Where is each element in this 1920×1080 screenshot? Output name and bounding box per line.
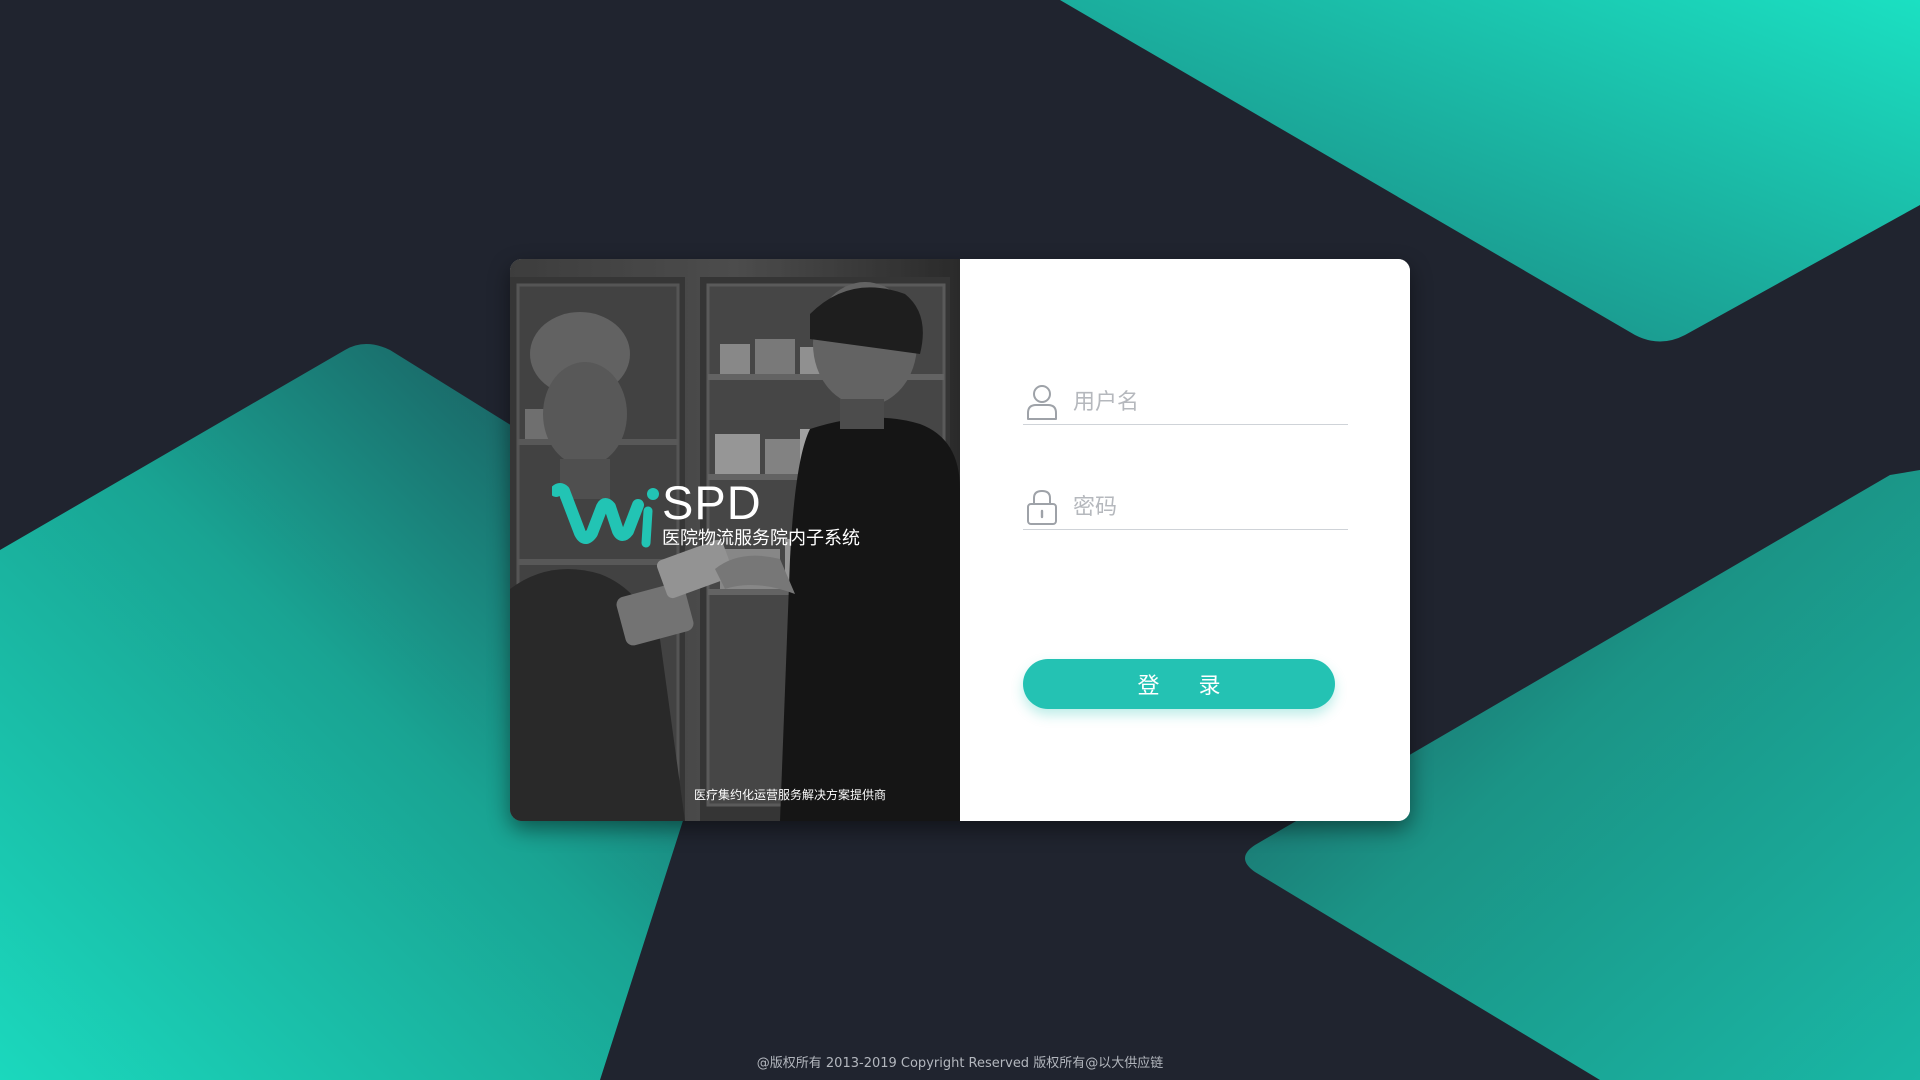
logo-name: SPD — [662, 476, 762, 529]
login-card: SPD 医院物流服务院内子系统 医疗集约化运营服务解决方案提供商 用户名 登 录 — [510, 259, 1410, 821]
brand-logo: SPD 医院物流服务院内子系统 — [552, 477, 932, 557]
password-input[interactable] — [1073, 491, 1343, 523]
user-icon — [1027, 385, 1057, 420]
hero-photo-panel: SPD 医院物流服务院内子系统 医疗集约化运营服务解决方案提供商 — [510, 259, 960, 821]
wi-logo-icon — [552, 483, 659, 548]
username-field[interactable] — [1023, 378, 1348, 425]
username-input[interactable] — [1073, 386, 1343, 418]
copyright-footer: @版权所有 2013-2019 Copyright Reserved 版权所有@… — [756, 1056, 1164, 1071]
password-field[interactable] — [1023, 483, 1348, 530]
login-button[interactable]: 登 录 — [1023, 659, 1335, 709]
login-page: SPD 医院物流服务院内子系统 医疗集约化运营服务解决方案提供商 用户名 登 录… — [0, 0, 1920, 1080]
lock-icon — [1027, 489, 1057, 525]
tagline: 医疗集约化运营服务解决方案提供商 — [693, 788, 886, 802]
login-form-panel: 登 录 — [960, 259, 1410, 821]
logo-subtitle: 医院物流服务院内子系统 — [662, 528, 860, 549]
